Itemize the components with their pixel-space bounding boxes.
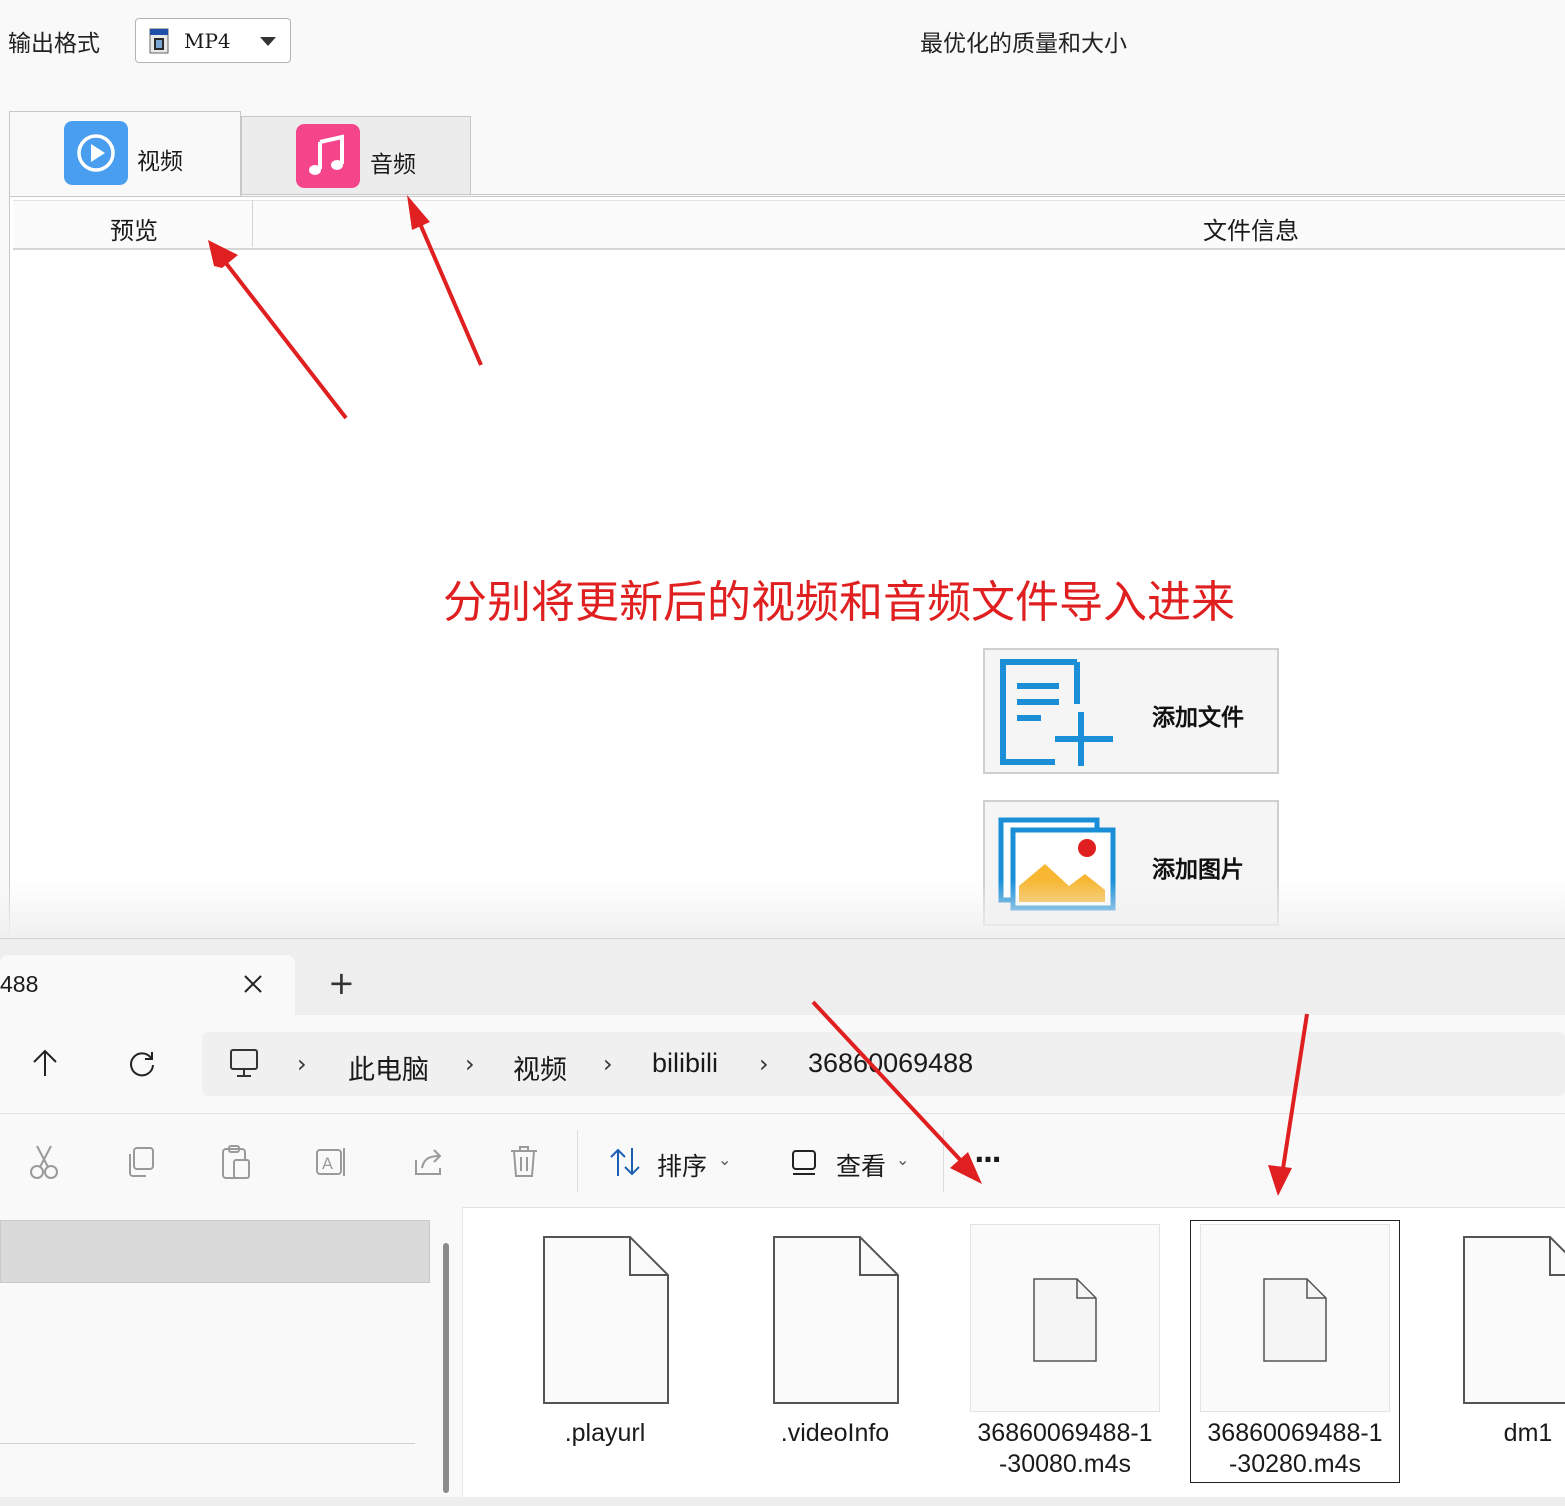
tab-divider bbox=[471, 194, 1565, 195]
file-icon bbox=[773, 1236, 899, 1404]
chevron-right-icon[interactable]: › bbox=[603, 1050, 613, 1078]
status-bar bbox=[0, 1497, 1565, 1505]
view-label: 查看 bbox=[836, 1152, 887, 1181]
file-list-header bbox=[13, 200, 1565, 250]
delete-icon[interactable] bbox=[509, 1145, 539, 1179]
breadcrumb-this-pc[interactable]: 此电脑 bbox=[348, 1048, 429, 1087]
window-fade bbox=[0, 880, 1565, 938]
sort-button[interactable]: 排序 ⌄ bbox=[608, 1144, 738, 1184]
view-button[interactable]: 查看 ⌄ bbox=[790, 1144, 920, 1184]
close-icon[interactable] bbox=[243, 974, 263, 994]
nav-divider bbox=[0, 1443, 415, 1444]
chevron-down-icon bbox=[260, 37, 276, 46]
paste-icon[interactable] bbox=[221, 1144, 251, 1180]
column-file-info[interactable]: 文件信息 bbox=[1203, 211, 1299, 246]
explorer-tab-title: 488 bbox=[0, 971, 39, 997]
refresh-icon[interactable] bbox=[128, 1050, 156, 1078]
add-image-label: 添加图片 bbox=[1152, 856, 1244, 883]
file-name: .videoInfo bbox=[780, 1419, 890, 1447]
chevron-right-icon[interactable]: › bbox=[465, 1050, 475, 1078]
chevron-down-icon: ⌄ bbox=[896, 1150, 910, 1169]
add-file-label: 添加文件 bbox=[1152, 704, 1244, 731]
share-icon[interactable] bbox=[412, 1146, 446, 1178]
output-format-select[interactable]: MP4 bbox=[135, 18, 291, 63]
breadcrumb-bilibili[interactable]: bilibili bbox=[652, 1048, 718, 1079]
more-options-icon[interactable]: ··· bbox=[974, 1143, 1002, 1176]
file-item-m4s-30280[interactable]: 36860069488-1 -30280.m4s bbox=[1190, 1224, 1400, 1482]
toolbar-separator bbox=[577, 1130, 578, 1192]
new-tab-button[interactable]: + bbox=[328, 964, 355, 1002]
nav-scrollbar[interactable] bbox=[443, 1243, 449, 1493]
quality-text: 最优化的质量和大小 bbox=[920, 31, 1127, 57]
toolbar-separator bbox=[943, 1130, 944, 1192]
column-preview[interactable]: 预览 bbox=[110, 211, 158, 246]
pane-divider bbox=[462, 1207, 463, 1497]
file-icon bbox=[543, 1236, 669, 1404]
file-icon bbox=[1463, 1236, 1565, 1404]
tab-audio[interactable]: 音频 bbox=[241, 116, 471, 195]
computer-icon bbox=[230, 1049, 258, 1077]
output-format-value: MP4 bbox=[184, 29, 231, 53]
up-arrow-icon[interactable] bbox=[32, 1048, 58, 1078]
add-file-button[interactable]: 添加文件 bbox=[983, 648, 1279, 774]
file-name: dm1 bbox=[1503, 1419, 1553, 1447]
svg-text:A: A bbox=[322, 1154, 333, 1173]
annotation-text: 分别将更新后的视频和音频文件导入进来 bbox=[443, 577, 1235, 628]
tab-video-label: 视频 bbox=[137, 149, 183, 175]
file-name: 36860069488-1 -30080.m4s bbox=[977, 1419, 1153, 1478]
chevron-right-icon[interactable]: › bbox=[297, 1050, 307, 1078]
file-name: .playurl bbox=[564, 1419, 646, 1447]
nav-item-selected[interactable] bbox=[0, 1220, 430, 1283]
music-note-icon bbox=[296, 124, 360, 188]
view-icon bbox=[792, 1150, 816, 1175]
file-item-m4s-30080[interactable]: 36860069488-1 -30080.m4s bbox=[960, 1224, 1170, 1482]
add-file-icon bbox=[1000, 659, 1113, 766]
breadcrumb-videos[interactable]: 视频 bbox=[513, 1048, 567, 1087]
file-item-videoinfo[interactable]: .videoInfo bbox=[760, 1235, 910, 1465]
file-icon bbox=[1263, 1278, 1327, 1362]
tab-video[interactable]: 视频 bbox=[9, 111, 241, 197]
sort-label: 排序 bbox=[657, 1152, 708, 1181]
breadcrumb-folder[interactable]: 36860069488 bbox=[808, 1048, 973, 1079]
file-name: 36860069488-1 -30280.m4s bbox=[1207, 1419, 1383, 1478]
file-item-dm1[interactable]: dm1 bbox=[1450, 1235, 1565, 1465]
tab-audio-label: 音频 bbox=[370, 152, 416, 178]
output-format-label: 输出格式 bbox=[8, 31, 100, 57]
chevron-down-icon: ⌄ bbox=[718, 1150, 732, 1169]
play-circle-icon bbox=[64, 121, 128, 185]
rename-icon[interactable]: A bbox=[315, 1146, 349, 1178]
column-separator[interactable] bbox=[252, 200, 253, 247]
copy-icon[interactable] bbox=[125, 1146, 155, 1178]
film-file-icon bbox=[149, 28, 169, 54]
sort-icon bbox=[610, 1148, 640, 1176]
file-item-playurl[interactable]: .playurl bbox=[530, 1235, 680, 1465]
chevron-right-icon[interactable]: › bbox=[759, 1050, 769, 1078]
file-icon bbox=[1033, 1278, 1097, 1362]
cut-icon[interactable] bbox=[29, 1144, 59, 1180]
